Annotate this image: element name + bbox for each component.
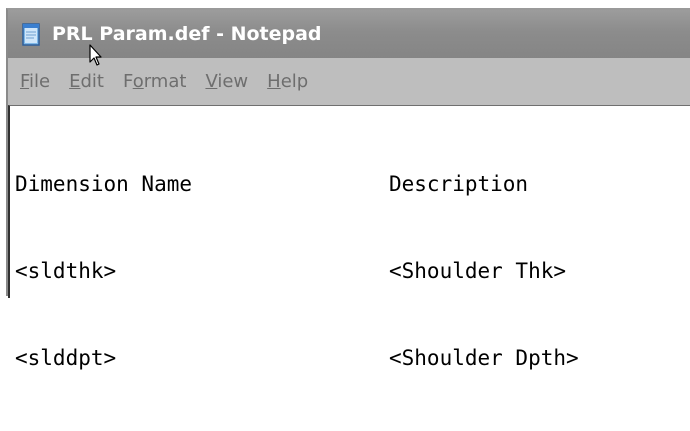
menu-help[interactable]: Help [267, 71, 308, 92]
menu-file-label: ile [29, 71, 51, 92]
mouse-pointer-icon [89, 44, 102, 66]
menu-bar: File Edit Format View Help [8, 58, 690, 105]
title-bar[interactable]: PRL Param.def - Notepad [8, 10, 690, 58]
notepad-window: PRL Param.def - Notepad File Edit Format… [6, 8, 690, 370]
menu-format-prefix: F [122, 71, 133, 92]
menu-view[interactable]: View [205, 71, 248, 92]
notepad-icon[interactable] [20, 21, 42, 47]
menu-view-accel: V [205, 71, 218, 92]
text-line: Dimension Name Description [15, 170, 579, 199]
menu-view-label: iew [217, 71, 249, 92]
menu-edit-accel: E [69, 71, 81, 92]
document-text[interactable]: Dimension Name Description <sldthk> <Shoul… [15, 112, 579, 431]
text-line: <sldthk> <Shoulder Thk> [15, 257, 579, 286]
text-editor[interactable]: Dimension Name Description <sldthk> <Shoul… [8, 105, 690, 370]
menu-edit-label: dit [80, 71, 104, 92]
menu-format-label: rmat [143, 71, 187, 92]
menu-help-label: elp [280, 71, 309, 92]
line-3-left: <slddpt> [15, 346, 117, 370]
text-line: <slddpt> <Shoulder Dpth> [15, 344, 579, 373]
menu-file[interactable]: File [20, 71, 50, 92]
menu-edit[interactable]: Edit [69, 71, 104, 92]
line-1-right: Description [389, 172, 529, 196]
line-1-left: Dimension Name [15, 172, 193, 196]
menu-format-accel: o [132, 71, 144, 92]
menu-format[interactable]: Format [123, 71, 186, 92]
menu-help-accel: H [267, 71, 281, 92]
line-3-right: <Shoulder Dpth> [389, 346, 579, 370]
line-2-left: <sldthk> [15, 259, 117, 283]
line-2-right: <Shoulder Thk> [389, 259, 567, 283]
menu-file-accel: F [20, 71, 30, 92]
window-title: PRL Param.def - Notepad [52, 23, 322, 45]
